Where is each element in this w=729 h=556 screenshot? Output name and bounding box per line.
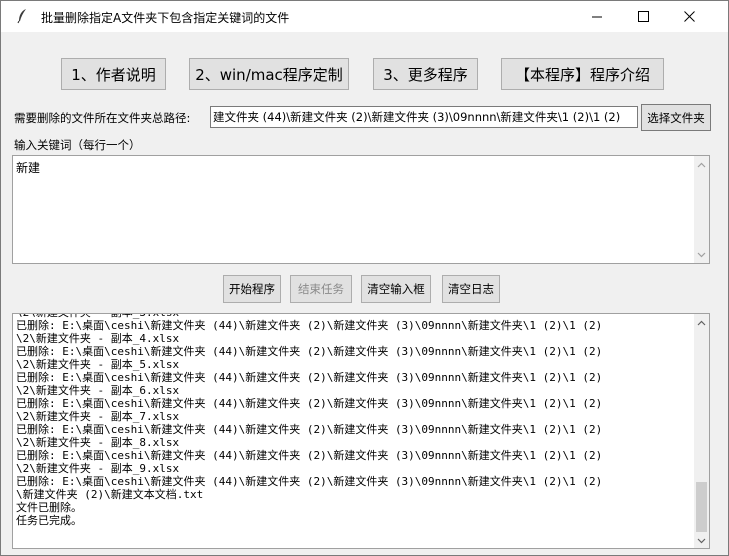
log-line: \2\新建文件夹 - 副本_7.xlsx [16, 410, 180, 423]
clear-input-button[interactable]: 清空输入框 [361, 275, 431, 303]
log-line: \2\新建文件夹 - 副本_5.xlsx [16, 358, 180, 371]
log-line: 已删除: E:\桌面\ceshi\新建文件夹 (44)\新建文件夹 (2)\新建… [16, 397, 603, 410]
custom-program-button[interactable]: 2、win/mac程序定制 [189, 58, 349, 90]
folder-path-label: 需要删除的文件所在文件夹总路径: [14, 111, 191, 125]
log-line: 已删除: E:\桌面\ceshi\新建文件夹 (44)\新建文件夹 (2)\新建… [16, 449, 603, 462]
chevron-down-icon[interactable] [694, 533, 709, 548]
scrollbar-thumb[interactable] [696, 482, 707, 532]
stop-button[interactable]: 结束任务 [290, 275, 352, 303]
author-info-button[interactable]: 1、作者说明 [61, 58, 166, 90]
keywords-scrollbar[interactable] [694, 156, 709, 263]
log-panel[interactable]: \2\新建文件夹 - 副本_3.xlsx已删除: E:\桌面\ceshi\新建文… [12, 313, 710, 549]
clear-log-button[interactable]: 清空日志 [442, 275, 500, 303]
chevron-up-icon[interactable] [694, 157, 709, 172]
maximize-icon [637, 11, 649, 22]
log-line: \2\新建文件夹 - 副本_4.xlsx [16, 332, 180, 345]
close-icon [683, 11, 695, 22]
log-line: \2\新建文件夹 - 副本_8.xlsx [16, 436, 180, 449]
log-line: 已删除: E:\桌面\ceshi\新建文件夹 (44)\新建文件夹 (2)\新建… [16, 371, 603, 384]
close-button[interactable] [666, 1, 712, 32]
window-title: 批量删除指定A文件夹下包含指定关键词的文件 [41, 11, 290, 25]
log-line: 文件已删除。 [16, 501, 82, 514]
log-line: 任务已完成。 [16, 514, 82, 527]
folder-path-input[interactable]: 建文件夹 (44)\新建文件夹 (2)\新建文件夹 (3)\09nnnn\新建文… [210, 106, 638, 128]
start-button[interactable]: 开始程序 [223, 275, 281, 303]
log-line: 已删除: E:\桌面\ceshi\新建文件夹 (44)\新建文件夹 (2)\新建… [16, 319, 603, 332]
chevron-down-icon[interactable] [694, 247, 709, 262]
chevron-up-icon[interactable] [694, 315, 709, 330]
minimize-button[interactable] [574, 1, 620, 32]
log-line: \新建文件夹 (2)\新建文本文档.txt [16, 488, 204, 501]
minimize-icon [591, 16, 602, 18]
log-line: \2\新建文件夹 - 副本_6.xlsx [16, 384, 180, 397]
keywords-textarea[interactable]: 新建 [12, 155, 710, 264]
more-programs-button[interactable]: 3、更多程序 [373, 58, 478, 90]
log-line: 已删除: E:\桌面\ceshi\新建文件夹 (44)\新建文件夹 (2)\新建… [16, 475, 603, 488]
maximize-button[interactable] [620, 1, 666, 32]
title-bar: 批量删除指定A文件夹下包含指定关键词的文件 [1, 1, 728, 32]
log-lines: \2\新建文件夹 - 副本_3.xlsx已删除: E:\桌面\ceshi\新建文… [16, 314, 696, 527]
keywords-text: 新建 [16, 161, 41, 175]
log-line: 已删除: E:\桌面\ceshi\新建文件夹 (44)\新建文件夹 (2)\新建… [16, 345, 603, 358]
select-folder-button[interactable]: 选择文件夹 [641, 104, 711, 131]
log-line: 已删除: E:\桌面\ceshi\新建文件夹 (44)\新建文件夹 (2)\新建… [16, 423, 603, 436]
log-scrollbar[interactable] [694, 314, 709, 548]
feather-icon [15, 8, 31, 24]
log-line: \2\新建文件夹 - 副本_9.xlsx [16, 462, 180, 475]
app-window: 批量删除指定A文件夹下包含指定关键词的文件 1、作者说明 2、win/mac程序… [0, 0, 729, 556]
keywords-label: 输入关键词（每行一个） [14, 138, 141, 152]
program-intro-button[interactable]: 【本程序】程序介绍 [501, 58, 664, 90]
